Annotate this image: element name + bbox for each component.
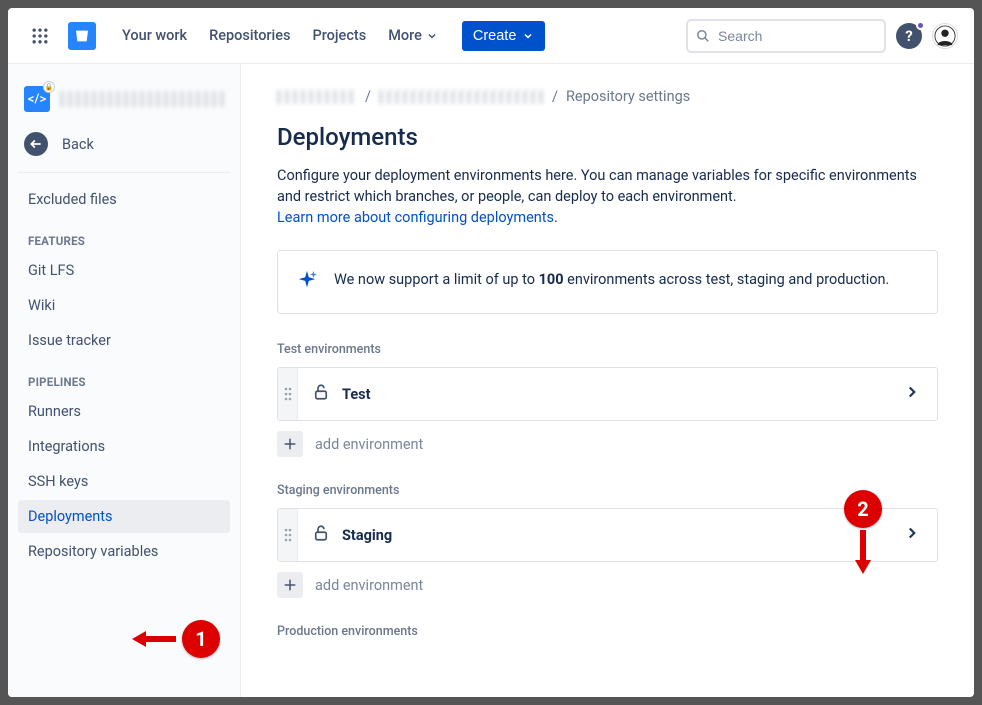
- arrow-left-icon: [132, 626, 178, 652]
- section-label-production: Production environments: [277, 624, 938, 639]
- avatar[interactable]: [932, 23, 958, 49]
- env-card-test: Test: [277, 367, 938, 421]
- learn-more-link[interactable]: Learn more about configuring deployments: [277, 209, 554, 226]
- chevron-right-icon: [903, 383, 923, 405]
- repo-name-redacted: [60, 91, 224, 107]
- section-label-test: Test environments: [277, 342, 938, 357]
- nav-right: ?: [686, 19, 958, 53]
- info-banner: We now support a limit of up to 100 envi…: [277, 250, 938, 314]
- info-banner-text: We now support a limit of up to 100 envi…: [334, 269, 889, 290]
- notification-dot-icon: [916, 21, 925, 30]
- back-button[interactable]: Back: [18, 122, 230, 172]
- breadcrumb-redacted: [277, 90, 357, 104]
- nav-link-your-work[interactable]: Your work: [112, 21, 197, 50]
- sidebar-item-deployments[interactable]: Deployments: [18, 500, 230, 533]
- sidebar-item-repository-variables[interactable]: Repository variables: [18, 535, 230, 568]
- bitbucket-logo-icon[interactable]: [68, 22, 96, 50]
- search-icon: [696, 28, 710, 44]
- sidebar-item-wiki[interactable]: Wiki: [18, 289, 230, 322]
- sidebar-item-git-lfs[interactable]: Git LFS: [18, 254, 230, 287]
- add-environment-label: add environment: [315, 577, 423, 594]
- page-description-text: Configure your deployment environments h…: [277, 167, 917, 205]
- divider: [18, 172, 230, 173]
- top-nav: Your work Repositories Projects More Cre…: [8, 8, 974, 64]
- tutorial-marker-1: 1: [132, 620, 220, 658]
- repo-code-icon: </> 🔒: [24, 86, 50, 112]
- sparkle-icon: [296, 269, 318, 295]
- unlock-icon: [312, 524, 330, 546]
- env-name-staging: Staging: [342, 527, 392, 544]
- env-card-staging: Staging: [277, 508, 938, 562]
- section-label-staging: Staging environments: [277, 483, 938, 498]
- app-switcher-icon[interactable]: [24, 20, 56, 52]
- unlock-icon: [312, 383, 330, 405]
- arrow-down-icon: [850, 528, 876, 574]
- plus-icon: [277, 572, 303, 598]
- page-title: Deployments: [277, 123, 938, 151]
- breadcrumb-redacted: [379, 90, 544, 104]
- app-window: Your work Repositories Projects More Cre…: [8, 8, 974, 697]
- chevron-down-icon: [522, 30, 534, 42]
- body: </> 🔒 Back Excluded files FEATURES Git L…: [8, 64, 974, 697]
- nav-link-more-label: More: [388, 27, 422, 44]
- drag-handle-icon[interactable]: [278, 509, 298, 561]
- drag-handle-icon[interactable]: [278, 368, 298, 420]
- tutorial-marker-2: 2: [844, 490, 882, 574]
- env-row-test[interactable]: Test: [298, 383, 937, 405]
- plus-icon: [277, 431, 303, 457]
- lock-badge-icon: 🔒: [43, 81, 55, 93]
- sidebar-item-integrations[interactable]: Integrations: [18, 430, 230, 463]
- period: .: [554, 209, 558, 226]
- add-environment-label: add environment: [315, 436, 423, 453]
- repo-header[interactable]: </> 🔒: [18, 82, 230, 122]
- back-label: Back: [62, 136, 94, 153]
- nav-link-projects[interactable]: Projects: [302, 21, 376, 50]
- nav-link-more[interactable]: More: [378, 21, 448, 50]
- chevron-right-icon: [903, 524, 923, 546]
- env-name-test: Test: [342, 386, 371, 403]
- search-input[interactable]: [718, 28, 876, 44]
- back-arrow-icon: [24, 132, 48, 156]
- nav-link-repositories[interactable]: Repositories: [199, 21, 300, 50]
- nav-left: Your work Repositories Projects More Cre…: [24, 20, 545, 52]
- sidebar-heading-features: FEATURES: [18, 218, 230, 254]
- breadcrumb-separator: /: [552, 88, 558, 105]
- chevron-down-icon: [426, 30, 438, 42]
- sidebar: </> 🔒 Back Excluded files FEATURES Git L…: [8, 64, 241, 697]
- breadcrumb: / / Repository settings: [277, 88, 938, 105]
- main-content: / / Repository settings Deployments Conf…: [241, 64, 974, 697]
- create-button-label: Create: [473, 28, 517, 44]
- help-icon[interactable]: ?: [896, 23, 922, 49]
- create-button[interactable]: Create: [462, 21, 546, 51]
- add-environment-staging[interactable]: add environment: [277, 572, 938, 598]
- breadcrumb-separator: /: [365, 88, 371, 105]
- search-box[interactable]: [686, 19, 886, 53]
- env-row-staging[interactable]: Staging: [298, 524, 937, 546]
- nav-links: Your work Repositories Projects More: [112, 21, 448, 50]
- sidebar-item-excluded-files[interactable]: Excluded files: [18, 183, 230, 216]
- page-description: Configure your deployment environments h…: [277, 165, 938, 228]
- sidebar-item-issue-tracker[interactable]: Issue tracker: [18, 324, 230, 357]
- marker-badge: 2: [844, 490, 882, 528]
- sidebar-heading-pipelines: PIPELINES: [18, 359, 230, 395]
- sidebar-item-runners[interactable]: Runners: [18, 395, 230, 428]
- breadcrumb-current: Repository settings: [566, 88, 690, 105]
- add-environment-test[interactable]: add environment: [277, 431, 938, 457]
- sidebar-item-ssh-keys[interactable]: SSH keys: [18, 465, 230, 498]
- marker-badge: 1: [182, 620, 220, 658]
